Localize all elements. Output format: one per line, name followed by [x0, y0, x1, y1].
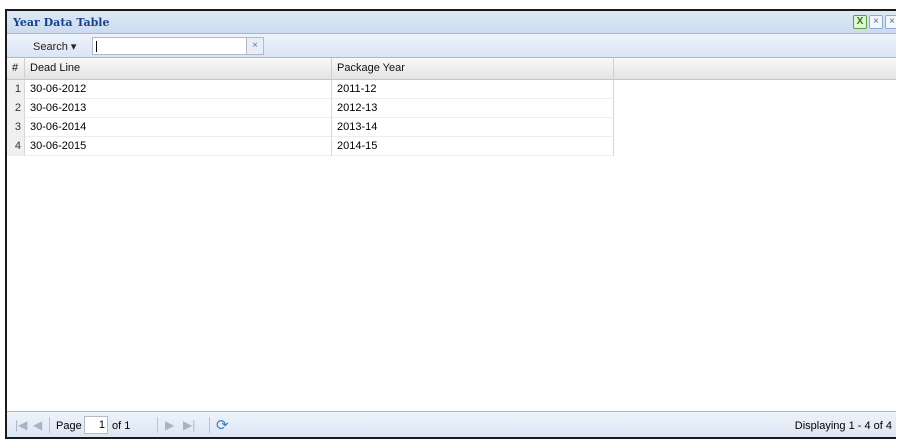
grid-header: # Dead Line Package Year [7, 58, 896, 80]
separator [209, 417, 210, 433]
table-row[interactable]: 1 30-06-2012 2011-12 [7, 80, 614, 99]
separator [157, 417, 158, 433]
page-count: of 1 [112, 420, 131, 432]
last-page-icon[interactable]: ▶| [183, 418, 195, 432]
search-toolbar: Search ▾ × [7, 34, 896, 58]
dead-line-cell[interactable]: 30-06-2014 [25, 118, 332, 137]
column-header-package-year[interactable]: Package Year [332, 58, 614, 80]
display-summary: Displaying 1 - 4 of 4 [794, 420, 892, 432]
close-icon[interactable]: × [869, 15, 883, 29]
close-icon[interactable]: × [885, 15, 896, 29]
row-number: 2 [7, 99, 25, 118]
table-row[interactable]: 4 30-06-2015 2014-15 [7, 137, 614, 156]
page-label: Page [56, 420, 82, 432]
excel-export-icon[interactable]: X [853, 15, 867, 29]
column-header-number: # [7, 58, 25, 80]
page-number-input[interactable]: 1 [84, 416, 108, 434]
refresh-icon[interactable]: ⟳ [216, 416, 229, 434]
first-page-icon[interactable]: |◀ [15, 418, 27, 432]
year-data-panel: Year Data Table X × × Search ▾ × # Dead … [5, 9, 896, 439]
paging-toolbar: |◀ ◀ Page 1 of 1 ▶ ▶| ⟳ Displaying 1 - 4… [7, 411, 896, 437]
panel-title: Year Data Table [13, 16, 110, 29]
panel-header: Year Data Table X × × [7, 11, 896, 34]
column-header-dead-line[interactable]: Dead Line [25, 58, 332, 80]
package-year-cell[interactable]: 2013-14 [332, 118, 614, 137]
table-row[interactable]: 2 30-06-2013 2012-13 [7, 99, 614, 118]
search-menu-button[interactable]: Search ▾ [33, 40, 76, 53]
package-year-cell[interactable]: 2011-12 [332, 80, 614, 99]
separator [49, 417, 50, 433]
dead-line-cell[interactable]: 30-06-2012 [25, 80, 332, 99]
table-row[interactable]: 3 30-06-2014 2013-14 [7, 118, 614, 137]
package-year-cell[interactable]: 2012-13 [332, 99, 614, 118]
previous-page-icon[interactable]: ◀ [33, 418, 42, 432]
row-number: 3 [7, 118, 25, 137]
next-page-icon[interactable]: ▶ [165, 418, 174, 432]
package-year-cell[interactable]: 2014-15 [332, 137, 614, 156]
clear-search-icon[interactable]: × [247, 37, 264, 55]
dead-line-cell[interactable]: 30-06-2013 [25, 99, 332, 118]
search-input[interactable] [92, 37, 247, 55]
row-number: 4 [7, 137, 25, 156]
row-number: 1 [7, 80, 25, 99]
dead-line-cell[interactable]: 30-06-2015 [25, 137, 332, 156]
